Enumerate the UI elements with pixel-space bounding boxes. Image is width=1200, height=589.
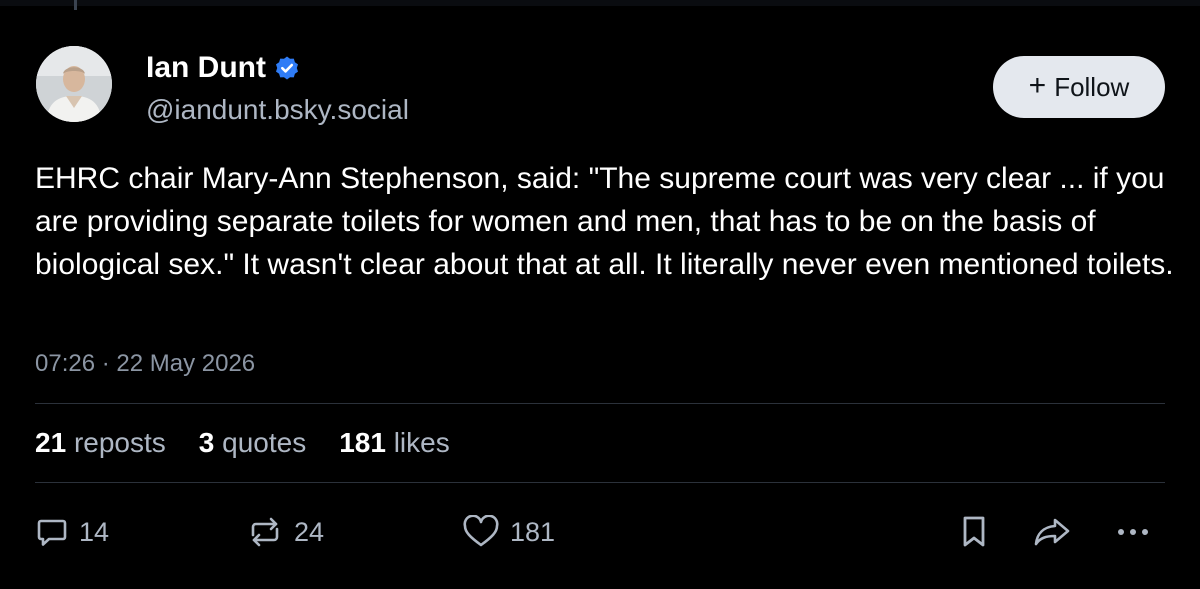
post-timestamp[interactable]: 07:26 · 22 May 2026 [35,348,255,380]
verified-icon[interactable] [274,55,300,81]
likes-count: 181 [339,427,386,458]
repost-count: 24 [294,516,325,547]
reply-icon [37,519,67,546]
thread-line [74,0,77,10]
plus-icon: + [1028,69,1047,102]
share-button[interactable] [1032,508,1072,556]
likes-stat[interactable]: 181 likes [339,424,450,462]
avatar[interactable] [36,46,112,122]
more-options-button[interactable] [1113,508,1153,556]
reposts-label: reposts [73,427,166,458]
quotes-label: quotes [222,427,307,458]
reply-button[interactable]: 14 [35,508,109,556]
divider [35,403,1165,404]
reposts-stat[interactable]: 21 reposts [35,424,166,462]
author-handle[interactable]: @iandunt.bsky.social [146,92,409,128]
engagement-stats: 21 reposts 3 quotes 181 likes [35,424,450,462]
author-display-name[interactable]: Ian Dunt [146,50,300,86]
bookmark-button[interactable] [957,508,991,556]
like-icon [463,515,499,547]
more-icon [1118,529,1148,535]
divider [35,482,1165,483]
follow-button[interactable]: + Follow [993,56,1165,118]
bookmark-icon [963,516,985,547]
repost-button[interactable]: 24 [246,508,324,556]
quotes-stat[interactable]: 3 quotes [199,424,306,462]
like-count: 181 [510,516,556,547]
quotes-count: 3 [198,427,215,458]
top-rule [0,0,1200,6]
action-bar: 14 24 181 [0,508,1200,556]
follow-label: Follow [1054,71,1130,102]
display-name-text[interactable]: Ian Dunt [146,50,266,86]
repost-icon [251,517,279,547]
avatar-image [36,46,112,122]
like-button[interactable]: 181 [462,508,555,556]
reposts-count: 21 [35,427,67,458]
likes-label: likes [393,427,450,458]
share-icon [1034,518,1070,546]
post-text: EHRC chair Mary-Ann Stephenson, said: "T… [35,162,1174,281]
reply-count: 14 [79,516,110,547]
